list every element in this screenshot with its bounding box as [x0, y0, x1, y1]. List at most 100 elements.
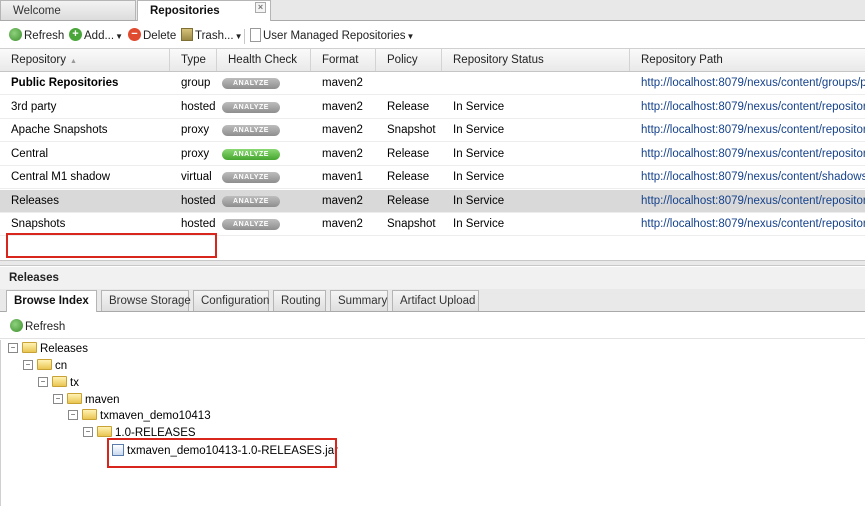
refresh-button[interactable]: Refresh — [9, 26, 64, 46]
table-row[interactable]: Releases hosted ANALYZE maven2 Release In Ser… — [0, 189, 865, 213]
cell-path: http://localhost:8079/nexus/content/repo… — [641, 218, 865, 230]
column-header-policy[interactable]: Policy — [376, 49, 442, 71]
column-header-repository-status[interactable]: Repository Status — [442, 49, 630, 71]
tab-summary[interactable]: Summary — [330, 290, 388, 311]
tab-welcome-label: Welcome — [13, 5, 61, 17]
folder-icon — [22, 342, 37, 354]
refresh-label: Refresh — [24, 30, 65, 42]
cell-path: http://localhost:8079/nexus/content/shad… — [641, 171, 865, 183]
cell-name: Apache Snapshots — [11, 124, 108, 136]
tree-node-label: Releases — [40, 343, 88, 355]
cell-status: In Service — [453, 218, 505, 230]
cell-name: Releases — [11, 194, 59, 207]
cell-policy: Release — [387, 100, 430, 113]
tab-repositories[interactable]: Repositories × — [137, 0, 271, 21]
highlight-box-jar — [107, 438, 337, 468]
tree-node-label: maven — [85, 394, 120, 406]
add-icon: + — [69, 28, 82, 42]
cell-format: maven1 — [322, 171, 363, 183]
column-header-repository-path[interactable]: Repository Path — [630, 49, 865, 71]
cell-policy: Release — [387, 147, 430, 160]
delete-button[interactable]: − Delete — [128, 26, 176, 46]
tree-node-label: tx — [70, 377, 79, 389]
health-check-cell: ANALYZE — [217, 190, 311, 213]
tab-routing[interactable]: Routing — [273, 290, 326, 311]
collapse-icon[interactable]: − — [23, 359, 33, 370]
cell-format: maven2 — [322, 194, 363, 207]
trash-label: Trash... — [195, 30, 234, 42]
column-label: Repository — [11, 54, 66, 66]
analyze-button[interactable]: ANALYZE — [222, 195, 280, 207]
cell-name: 3rd party — [11, 100, 57, 113]
cell-name: Public Repositories — [11, 77, 119, 89]
table-row[interactable]: Central M1 shadow virtual ANALYZE maven1 Rel… — [0, 166, 865, 189]
cell-policy — [376, 72, 442, 95]
analyze-button[interactable]: ANALYZE — [222, 172, 280, 183]
cell-path: http://localhost:8079/nexus/content/repo… — [641, 124, 865, 136]
health-check-cell: ANALYZE — [217, 143, 311, 166]
column-header-type[interactable]: Type — [170, 49, 217, 71]
analyze-button[interactable]: ANALYZE — [222, 125, 280, 136]
user-managed-label: User Managed Repositories — [263, 30, 406, 42]
column-label: Repository Path — [641, 54, 723, 66]
delete-icon: − — [128, 28, 141, 42]
collapse-icon[interactable]: − — [83, 426, 93, 437]
tree-node-maven[interactable]: − maven — [53, 392, 120, 409]
analyze-button[interactable]: ANALYZE — [222, 219, 280, 230]
cell-format: maven2 — [322, 124, 363, 136]
collapse-icon[interactable]: − — [38, 376, 48, 387]
cell-status: In Service — [453, 147, 505, 160]
tree-node-txmaven-demo[interactable]: − txmaven_demo10413 — [68, 408, 211, 425]
column-label: Type — [181, 54, 206, 66]
folder-icon — [97, 426, 112, 438]
cell-path: http://localhost:8079/nexus/content/grou… — [641, 77, 865, 89]
panel-splitter[interactable] — [0, 260, 865, 266]
trash-button[interactable]: Trash...▼ — [181, 26, 242, 46]
cell-policy: Release — [387, 171, 430, 183]
sort-asc-icon: ▲ — [69, 58, 77, 65]
panel-title: Releases — [0, 267, 865, 289]
tab-welcome[interactable]: Welcome — [0, 0, 136, 20]
health-check-cell: ANALYZE — [217, 119, 311, 142]
analyze-button[interactable]: ANALYZE — [222, 78, 280, 89]
cell-policy: Snapshot — [387, 218, 436, 230]
column-header-format[interactable]: Format — [311, 49, 376, 71]
tab-browse-storage[interactable]: Browse Storage — [101, 290, 191, 311]
table-row[interactable]: 3rd party hosted ANALYZE maven2 Release In Se… — [0, 96, 865, 119]
chevron-down-icon: ▼ — [115, 32, 123, 41]
add-button[interactable]: + Add...▼ — [69, 26, 123, 46]
toolbar-separator — [244, 29, 245, 44]
tree-node-label: txmaven_demo10413 — [100, 410, 211, 422]
collapse-icon[interactable]: − — [68, 409, 78, 420]
collapse-icon[interactable]: − — [8, 342, 18, 353]
tree-node-tx[interactable]: − tx — [38, 375, 79, 392]
table-row[interactable]: Central proxy ANALYZE maven2 Release In Servi… — [0, 143, 865, 166]
table-row[interactable]: Public Repositories group ANALYZE maven2 htt… — [0, 72, 865, 95]
tab-artifact-upload[interactable]: Artifact Upload — [392, 290, 479, 311]
document-icon — [250, 27, 261, 42]
grid-header: Repository ▲ Type Health Check Format Pol… — [0, 49, 865, 72]
analyze-button[interactable]: ANALYZE — [222, 101, 280, 113]
user-managed-repositories-button[interactable]: User Managed Repositories▼ — [250, 26, 414, 46]
cell-status: In Service — [453, 194, 505, 207]
close-icon[interactable]: × — [255, 2, 266, 13]
add-label: Add... — [84, 30, 115, 42]
delete-label: Delete — [143, 30, 177, 42]
tab-browse-index[interactable]: Browse Index — [6, 290, 97, 312]
table-row[interactable]: Apache Snapshots proxy ANALYZE maven2 Snapsh… — [0, 119, 865, 142]
cell-type: virtual — [181, 171, 212, 183]
tree-node-releases[interactable]: − Releases — [8, 341, 88, 358]
column-label: Format — [322, 54, 359, 66]
cell-name: Central M1 shadow — [11, 171, 111, 183]
column-header-repository[interactable]: Repository ▲ — [0, 49, 170, 71]
tab-configuration[interactable]: Configuration — [193, 290, 269, 311]
collapse-icon[interactable]: − — [53, 393, 63, 404]
column-header-health-check[interactable]: Health Check — [217, 49, 311, 71]
tree-refresh-button[interactable]: Refresh — [10, 317, 65, 337]
tab-repositories-label: Repositories — [150, 5, 220, 17]
health-check-cell: ANALYZE — [217, 166, 311, 189]
analyze-button[interactable]: ANALYZE — [222, 148, 280, 160]
tree-node-cn[interactable]: − cn — [23, 358, 67, 375]
repositories-grid: Repository ▲ Type Health Check Format Pol… — [0, 48, 865, 261]
column-label: Policy — [387, 54, 418, 66]
